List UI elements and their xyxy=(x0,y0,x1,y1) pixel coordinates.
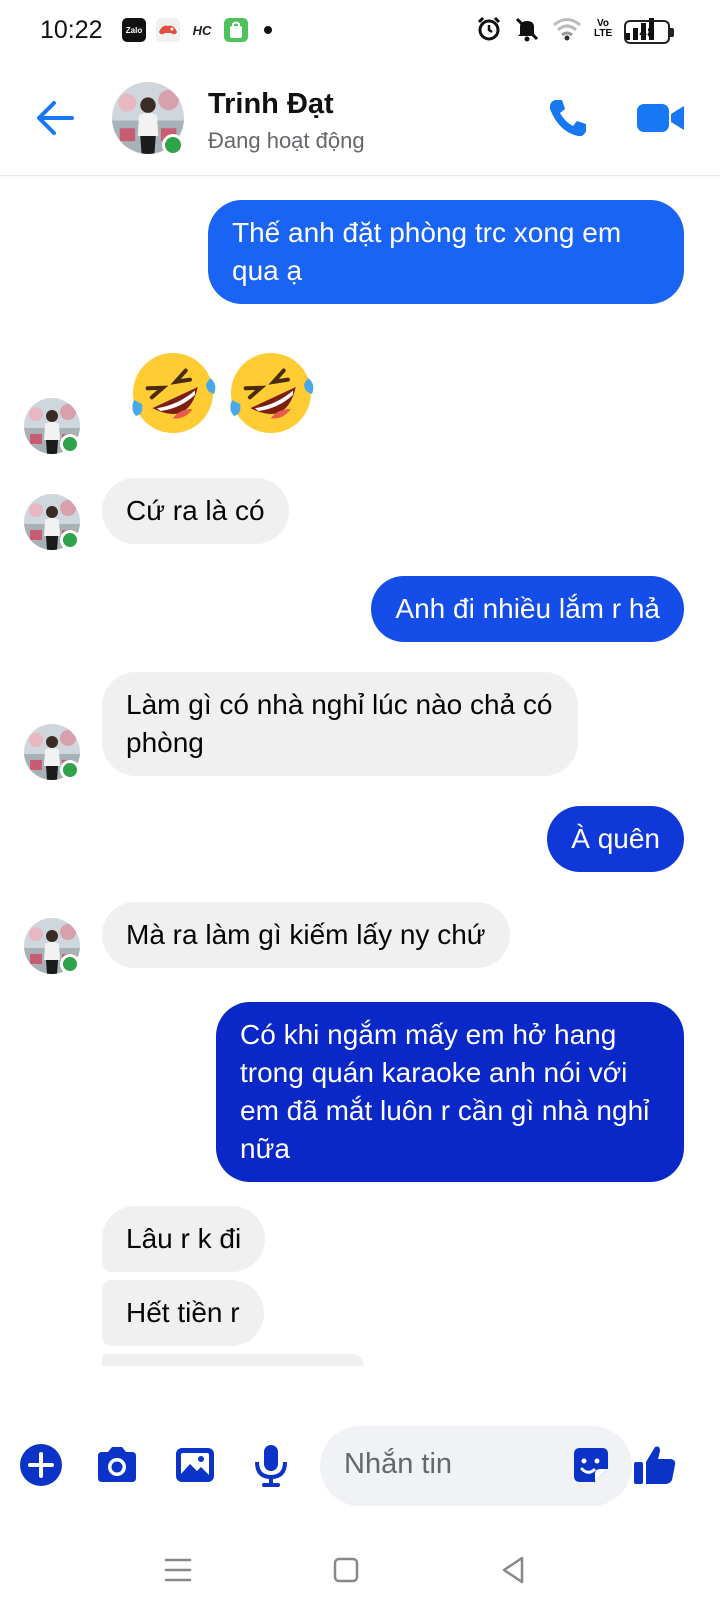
message-input-placeholder: Nhắn tin xyxy=(344,1448,453,1480)
back-arrow-icon[interactable] xyxy=(34,98,76,138)
notification-icons: Zalo HC xyxy=(122,18,272,42)
microphone-icon[interactable] xyxy=(246,1440,296,1490)
volte-indicator: Vo LTE xyxy=(594,18,613,39)
message-text: Cứ ra là có xyxy=(126,495,265,526)
message-text: Hết tiền r xyxy=(126,1297,240,1328)
list-fade xyxy=(0,1366,720,1420)
online-status-dot xyxy=(60,954,80,974)
system-navigation-bar xyxy=(0,1530,720,1612)
alarm-icon xyxy=(477,16,501,41)
outgoing-message[interactable]: À quên xyxy=(547,806,684,872)
plus-icon[interactable] xyxy=(16,1440,66,1490)
message-text: À quên xyxy=(571,823,660,854)
message-input[interactable]: Nhắn tin xyxy=(320,1426,632,1506)
outgoing-message[interactable]: Thế anh đặt phòng trc xong em qua ạ xyxy=(208,200,684,304)
thumbs-up-icon[interactable] xyxy=(630,1440,680,1490)
zalo-icon: Zalo xyxy=(122,18,146,42)
sticker-icon[interactable] xyxy=(570,1444,612,1486)
battery-indicator: 48 xyxy=(624,20,674,44)
video-call-icon[interactable] xyxy=(636,100,686,136)
online-status-dot xyxy=(60,530,80,550)
incoming-message[interactable]: Lâu r k đi xyxy=(102,1206,266,1272)
incoming-message[interactable]: Hết tiền r xyxy=(102,1280,264,1346)
hc-app-icon: HC xyxy=(190,18,214,42)
message-text: Có khi ngắm mấy em hở hang trong quán ka… xyxy=(240,1019,650,1164)
message-text: Anh đi nhiều lắm r hả xyxy=(395,593,660,624)
rolling-laughing-emoji-icon xyxy=(132,353,216,433)
incoming-message[interactable]: Cứ ra là có xyxy=(102,478,289,544)
gallery-icon[interactable] xyxy=(170,1440,220,1490)
partial-incoming-message xyxy=(102,1354,364,1366)
voice-call-icon[interactable] xyxy=(546,96,590,140)
message-text: Làm gì có nhà nghỉ lúc nào chả có phòng xyxy=(126,689,553,758)
chat-header: Trinh Đạt Đang hoạt động xyxy=(0,64,720,176)
game-icon xyxy=(156,18,180,42)
online-status-dot xyxy=(60,434,80,454)
message-composer: Nhắn tin xyxy=(0,1420,720,1510)
incoming-message[interactable]: Mà ra làm gì kiếm lấy ny chứ xyxy=(102,902,510,968)
home-icon[interactable] xyxy=(326,1550,366,1590)
online-status-dot xyxy=(60,760,80,780)
camera-icon[interactable] xyxy=(92,1440,142,1490)
online-status-dot xyxy=(162,134,184,156)
rolling-laughing-emoji-icon xyxy=(230,353,314,433)
outgoing-message[interactable]: Có khi ngắm mấy em hở hang trong quán ka… xyxy=(216,1002,684,1182)
status-time: 10:22 xyxy=(40,16,103,44)
wifi-icon xyxy=(553,18,581,41)
incoming-message[interactable]: Làm gì có nhà nghỉ lúc nào chả có phòng xyxy=(102,672,578,776)
message-text: Mà ra làm gì kiếm lấy ny chứ xyxy=(126,919,486,950)
outgoing-message[interactable]: Anh đi nhiều lắm r hả xyxy=(371,576,684,642)
message-text: Lâu r k đi xyxy=(126,1223,242,1254)
mute-icon xyxy=(515,17,539,42)
contact-status: Đang hoạt động xyxy=(208,128,365,153)
recent-apps-icon[interactable] xyxy=(158,1550,198,1590)
status-bar: 10:22 Zalo HC Vo LTE 48 xyxy=(0,0,720,64)
more-notifications-dot xyxy=(264,26,272,34)
back-icon[interactable] xyxy=(494,1550,534,1590)
shopping-icon xyxy=(224,18,248,42)
contact-name[interactable]: Trinh Đạt xyxy=(208,88,334,121)
message-text: Thế anh đặt phòng trc xong em qua ạ xyxy=(232,217,622,286)
